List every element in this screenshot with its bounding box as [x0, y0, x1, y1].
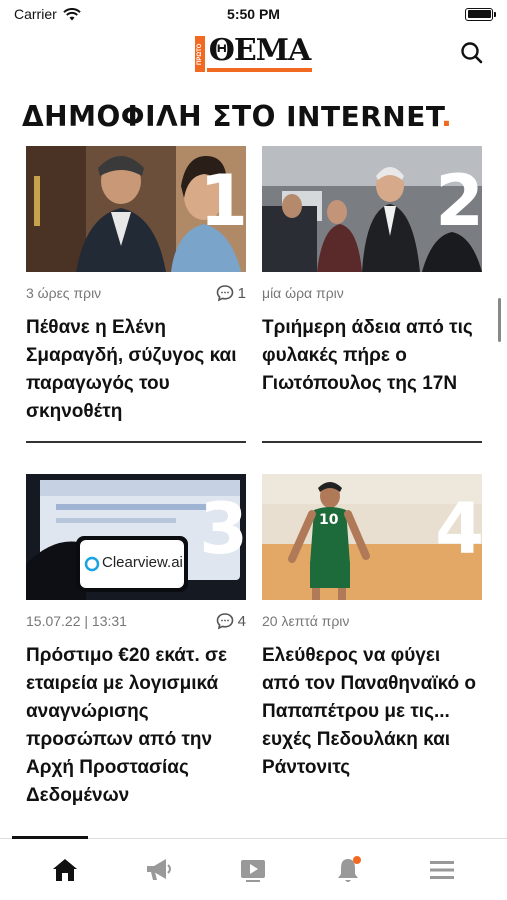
app-header: ΠΡΩΤΟ ΘΕΜΑ [0, 28, 507, 78]
divider [26, 441, 246, 443]
article-time: μία ώρα πριν [262, 285, 344, 301]
thumbnail-logo-text: Clearview.ai [102, 554, 183, 571]
wifi-icon [63, 7, 81, 20]
jersey-number: 10 [319, 512, 339, 528]
tab-video[interactable] [228, 850, 278, 890]
rank-number: 4 [435, 488, 482, 570]
rank-number: 2 [435, 160, 482, 242]
article-card[interactable]: 1 3 ώρες πριν 1 Πέθανε η Ελένη Σμαραγδή,… [26, 146, 246, 426]
comments-number: 1 [237, 284, 246, 302]
rank-number: 3 [199, 488, 246, 570]
comment-icon [216, 613, 233, 630]
notification-dot [352, 855, 361, 864]
section-title-dot: . [441, 100, 453, 133]
article-thumbnail[interactable]: 2 [262, 146, 482, 272]
article-card[interactable]: Clearview.ai 3 15.07.22 | 13:31 4 Πρόστι… [26, 474, 246, 810]
scrollbar[interactable] [498, 298, 501, 342]
article-meta: 20 λεπτά πριν [262, 610, 482, 632]
status-time: 5:50 PM [227, 6, 280, 22]
search-icon[interactable] [459, 40, 485, 66]
menu-icon [429, 860, 454, 879]
comments-count[interactable]: 1 [216, 284, 246, 302]
article-thumbnail[interactable]: Clearview.ai 3 [26, 474, 246, 600]
article-time: 3 ώρες πριν [26, 285, 102, 301]
article-headline[interactable]: Ελεύθερος να φύγει από τον Παναθηναϊκό ο… [262, 642, 482, 782]
article-meta: 3 ώρες πριν 1 [26, 282, 246, 304]
comment-icon [216, 285, 233, 302]
article-time: 15.07.22 | 13:31 [26, 613, 127, 629]
article-meta: 15.07.22 | 13:31 4 [26, 610, 246, 632]
rank-number: 1 [199, 160, 246, 242]
article-time: 20 λεπτά πριν [262, 613, 350, 629]
article-meta: μία ώρα πριν [262, 282, 482, 304]
section-title: ΔΗΜΟΦΙΛΗ ΣΤΟ INTERNET. [22, 100, 452, 133]
active-tab-indicator [12, 836, 88, 839]
article-card[interactable]: 2 μία ώρα πριν Τριήμερη άδεια από τις φυ… [262, 146, 482, 398]
status-bar: Carrier 5:50 PM [0, 0, 507, 28]
home-icon [53, 858, 78, 881]
megaphone-icon [147, 858, 172, 880]
tab-bar [0, 836, 507, 900]
tab-announcements[interactable] [134, 850, 184, 890]
video-icon [241, 859, 266, 882]
tab-menu[interactable] [417, 850, 467, 890]
tab-notifications[interactable] [323, 850, 373, 890]
comments-number: 4 [237, 612, 246, 630]
article-headline[interactable]: Πέθανε η Ελένη Σμαραγδή, σύζυγος και παρ… [26, 314, 246, 426]
article-headline[interactable]: Πρόστιμο €20 εκάτ. σε εταιρεία με λογισμ… [26, 642, 246, 810]
article-thumbnail[interactable]: 10 4 [262, 474, 482, 600]
article-card[interactable]: 10 4 20 λεπτά πριν Ελεύθερος να φύγει απ… [262, 474, 482, 782]
logo-side-label: ΠΡΩΤΟ [194, 36, 205, 72]
logo-text: ΘΕΜΑ [206, 34, 313, 72]
carrier-label: Carrier [14, 6, 57, 22]
article-headline[interactable]: Τριήμερη άδεια από τις φυλακές πήρε ο Γι… [262, 314, 482, 398]
battery-icon [465, 7, 496, 21]
divider [262, 441, 482, 443]
tab-home[interactable] [40, 850, 90, 890]
section-title-text: ΔΗΜΟΦΙΛΗ ΣΤΟ INTERNET [22, 100, 442, 133]
brand-logo[interactable]: ΠΡΩΤΟ ΘΕΜΑ [194, 34, 313, 72]
article-thumbnail[interactable]: 1 [26, 146, 246, 272]
comments-count[interactable]: 4 [216, 612, 246, 630]
